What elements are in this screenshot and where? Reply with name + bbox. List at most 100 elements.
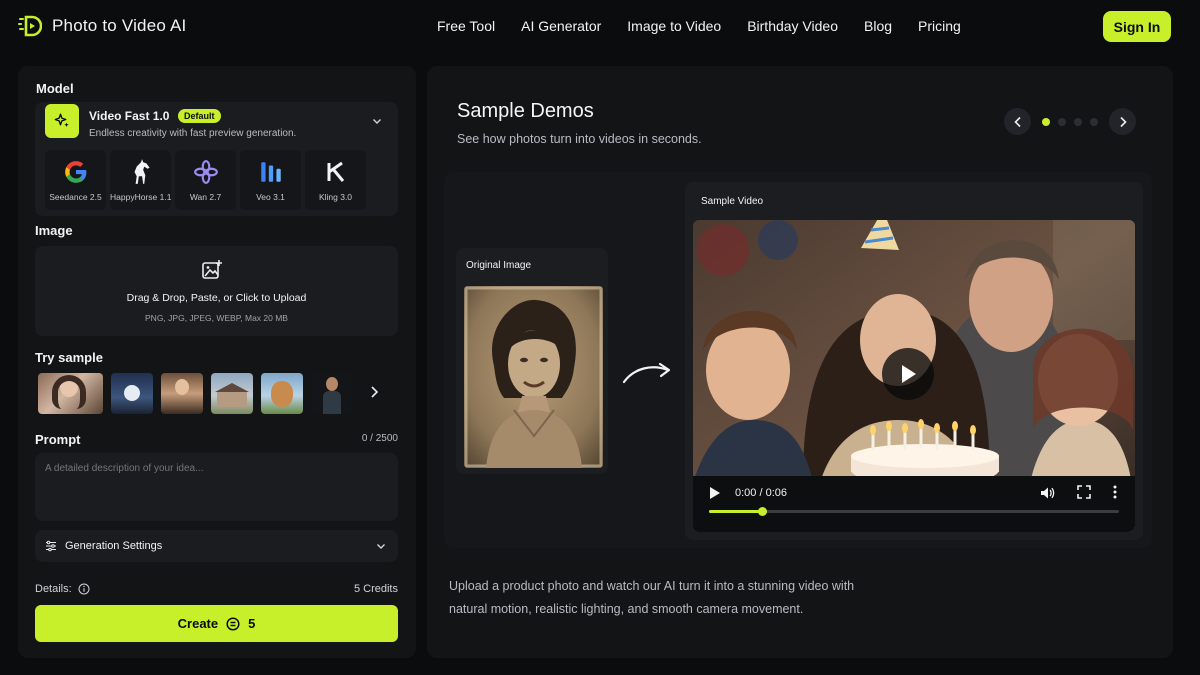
image-upload-dropzone[interactable]: Drag & Drop, Paste, or Click to Upload P… <box>35 246 398 336</box>
generator-panel: Model Video Fast 1.0 Default Endless cre… <box>18 66 416 658</box>
nav-link-ai-generator[interactable]: AI Generator <box>521 18 601 34</box>
create-button[interactable]: Create 5 <box>35 605 398 642</box>
original-photo <box>464 286 603 468</box>
carousel-dot[interactable] <box>1058 118 1066 126</box>
model-option-label: Wan 2.7 <box>189 192 222 202</box>
model-dropdown[interactable]: Video Fast 1.0 Default Endless creativit… <box>45 104 388 144</box>
generation-settings-toggle[interactable]: Generation Settings <box>35 530 398 562</box>
original-image-card: Original Image <box>456 248 608 474</box>
play-icon[interactable] <box>709 486 721 500</box>
demo-stage: Original Image Sample Video 0:00 / 0:06 <box>444 172 1152 548</box>
brand-name: Photo to Video AI <box>52 16 187 35</box>
credits-cost: 5 Credits <box>353 583 398 595</box>
upload-title: Drag & Drop, Paste, or Click to Upload <box>126 292 307 304</box>
horse-icon <box>127 158 155 186</box>
prompt-label: Prompt <box>35 432 81 447</box>
model-option-wan[interactable]: Wan 2.7 <box>175 150 236 210</box>
demos-title: Sample Demos <box>457 100 594 122</box>
chevron-left-icon <box>1013 116 1021 127</box>
model-option-label: Kling 3.0 <box>318 192 353 202</box>
carousel-prev-button[interactable] <box>1004 108 1031 135</box>
model-option-seedance[interactable]: Seedance 2.5 <box>45 150 106 210</box>
info-icon[interactable] <box>78 583 90 595</box>
transform-arrow-icon <box>622 362 671 384</box>
play-overlay-button[interactable] <box>882 348 934 400</box>
model-option-label: Veo 3.1 <box>256 192 285 202</box>
demo-description: Upload a product photo and watch our AI … <box>449 579 855 616</box>
credit-coin-icon <box>226 616 240 631</box>
sample-thumbnail[interactable] <box>211 373 253 414</box>
volume-icon[interactable] <box>1039 485 1055 501</box>
video-time: 0:00 / 0:06 <box>735 487 787 499</box>
model-description: Endless creativity with fast preview gen… <box>89 128 297 139</box>
video-progress-fill <box>709 510 763 513</box>
sign-in-button[interactable]: Sign In <box>1103 11 1171 42</box>
sample-demos-panel: Sample Demos See how photos turn into vi… <box>427 66 1173 658</box>
model-option-label: HappyHorse 1.1 <box>110 192 172 202</box>
play-icon <box>902 365 916 383</box>
chevron-down-icon <box>377 544 385 549</box>
model-option-kling[interactable]: Kling 3.0 <box>305 150 366 210</box>
sample-thumbnail[interactable] <box>261 373 303 414</box>
nav-link-free-tool[interactable]: Free Tool <box>437 18 495 34</box>
carousel-dot[interactable] <box>1074 118 1082 126</box>
prompt-char-count: 0 / 2500 <box>361 433 398 444</box>
video-controls: 0:00 / 0:06 <box>693 476 1135 532</box>
model-section-label: Model <box>36 81 74 96</box>
model-selector: Video Fast 1.0 Default Endless creativit… <box>35 102 398 216</box>
model-option-happyhorse[interactable]: HappyHorse 1.1 <box>110 150 171 210</box>
carousel-dot[interactable] <box>1042 118 1050 126</box>
sample-thumbnail[interactable] <box>111 373 153 414</box>
nav-links: Free Tool AI Generator Image to Video Bi… <box>437 18 987 34</box>
nav-link-birthday-video[interactable]: Birthday Video <box>747 18 838 34</box>
image-section-label: Image <box>35 223 73 238</box>
model-option-label: Seedance 2.5 <box>49 192 102 202</box>
more-options-icon[interactable] <box>1113 485 1117 499</box>
model-option-veo[interactable]: Veo 3.1 <box>240 150 301 210</box>
video-progress-handle[interactable] <box>758 507 768 516</box>
sliders-icon <box>46 540 56 552</box>
carousel-dots <box>1042 118 1098 126</box>
add-image-icon <box>202 260 222 279</box>
video-control-icons <box>1039 485 1117 501</box>
default-badge: Default <box>178 109 221 123</box>
top-nav: Photo to Video AI Free Tool AI Generator… <box>0 0 1200 56</box>
chevron-down-icon <box>373 119 381 124</box>
chevron-right-icon[interactable] <box>368 385 380 399</box>
sample-video-label: Sample Video <box>701 196 764 207</box>
demos-subtitle: See how photos turn into videos in secon… <box>457 132 702 146</box>
sample-thumbnail[interactable] <box>38 373 103 414</box>
upload-formats: PNG, JPG, JPEG, WEBP, Max 20 MB <box>145 313 288 323</box>
create-cost: 5 <box>248 616 256 631</box>
wan-icon <box>192 158 220 186</box>
sample-thumbnail[interactable] <box>161 373 203 414</box>
original-image-label: Original Image <box>466 260 532 271</box>
prompt-textarea[interactable] <box>45 463 385 513</box>
nav-link-image-to-video[interactable]: Image to Video <box>627 18 721 34</box>
model-name: Video Fast 1.0 <box>89 109 170 123</box>
carousel-next-button[interactable] <box>1109 108 1136 135</box>
sample-thumbnail[interactable] <box>311 373 353 414</box>
model-options: Seedance 2.5 HappyHorse 1.1 Wan 2.7 Veo … <box>45 150 366 210</box>
create-label: Create <box>177 616 219 631</box>
sample-video-card: Sample Video 0:00 / 0:06 <box>685 182 1143 540</box>
brand-logo[interactable]: Photo to Video AI <box>18 14 186 38</box>
generation-settings-label: Generation Settings <box>65 540 163 552</box>
video-player[interactable]: 0:00 / 0:06 <box>693 220 1135 532</box>
nav-link-pricing[interactable]: Pricing <box>918 18 961 34</box>
sample-thumbnails <box>38 373 353 414</box>
nav-link-blog[interactable]: Blog <box>864 18 892 34</box>
google-icon <box>62 158 90 186</box>
fullscreen-icon[interactable] <box>1077 485 1091 499</box>
details-label: Details: <box>35 583 72 595</box>
veo-icon <box>257 158 285 186</box>
logo-icon <box>18 15 42 37</box>
video-progress-bar[interactable] <box>709 507 1119 516</box>
sparkle-icon <box>45 104 79 138</box>
kling-icon <box>322 158 350 186</box>
chevron-right-icon <box>1119 116 1127 127</box>
try-sample-label: Try sample <box>35 350 103 365</box>
details-row: Details: <box>35 583 90 595</box>
carousel-dot[interactable] <box>1090 118 1098 126</box>
prompt-textarea-wrapper <box>35 453 398 521</box>
